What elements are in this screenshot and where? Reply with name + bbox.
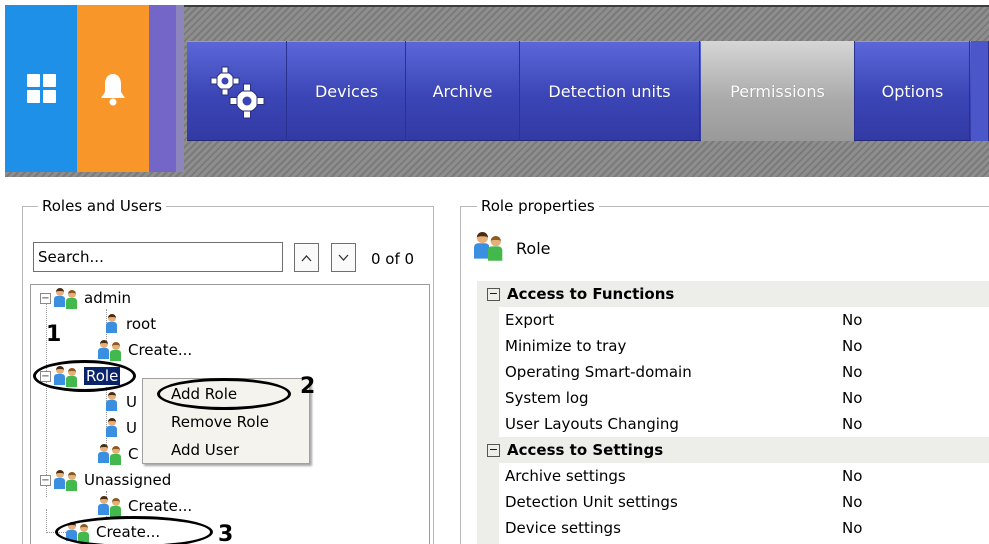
- property-row[interactable]: Export No: [477, 307, 989, 333]
- tree-node-user-b[interactable]: U: [104, 416, 137, 440]
- property-value[interactable]: No: [842, 337, 862, 355]
- collapse-icon[interactable]: −: [40, 474, 51, 486]
- notifications-tile[interactable]: [77, 5, 149, 172]
- property-row[interactable]: Minimize to tray No: [477, 333, 989, 359]
- chevron-up-icon: [301, 254, 312, 261]
- tab-archive-label: Archive: [432, 81, 493, 101]
- tree-label-create-3: Create...: [128, 497, 193, 515]
- windows-icon: [26, 74, 56, 103]
- tab-overflow[interactable]: [971, 41, 989, 141]
- collapse-icon[interactable]: −: [487, 443, 500, 457]
- chevron-down-icon: [338, 254, 349, 261]
- property-name: System log: [505, 389, 589, 407]
- property-value[interactable]: No: [842, 493, 862, 511]
- tree-node-create-user-3[interactable]: Create...: [98, 494, 192, 518]
- user-icon: [104, 392, 122, 412]
- settings-button[interactable]: [187, 41, 287, 141]
- role-properties-title: Role properties: [477, 197, 599, 215]
- property-value[interactable]: No: [842, 311, 862, 329]
- tree-label-create: Create...: [128, 341, 193, 359]
- role-icon: [54, 288, 80, 309]
- tab-permissions-label: Permissions: [730, 81, 825, 101]
- tree-label-unassigned: Unassigned: [84, 471, 172, 489]
- menu-item-add-user[interactable]: Add User: [171, 441, 239, 459]
- property-name: Device settings: [505, 519, 621, 537]
- property-row[interactable]: User Layouts Changing No: [477, 411, 989, 437]
- tree-node-create-user-2[interactable]: C: [98, 442, 138, 466]
- collapse-icon[interactable]: −: [40, 292, 51, 304]
- role-icon: [54, 470, 80, 491]
- tree-node-unassigned[interactable]: − Unassigned: [40, 468, 171, 492]
- tab-options[interactable]: Options: [856, 41, 970, 141]
- user-icon: [104, 418, 122, 438]
- role-header-label: Role: [516, 238, 551, 258]
- collapse-icon[interactable]: −: [487, 287, 500, 301]
- property-name: Export: [505, 311, 555, 329]
- search-next-button[interactable]: [331, 243, 356, 272]
- property-value[interactable]: No: [842, 389, 862, 407]
- property-value[interactable]: No: [842, 519, 862, 537]
- gears-icon: [210, 66, 264, 119]
- property-row[interactable]: Operating Smart-domain No: [477, 359, 989, 385]
- property-row[interactable]: Archive settings No: [477, 463, 989, 489]
- tree-node-create-user[interactable]: Create...: [98, 338, 192, 362]
- property-name: Detection Unit settings: [505, 493, 678, 511]
- roles-users-title: Roles and Users: [38, 197, 166, 215]
- role-icon: [98, 444, 124, 465]
- category-access-functions[interactable]: − Access to Functions: [477, 281, 989, 307]
- annotation-ellipse-3: [55, 516, 213, 544]
- side-strip-2: [176, 5, 184, 172]
- tab-permissions[interactable]: Permissions: [701, 41, 855, 141]
- property-value[interactable]: No: [842, 363, 862, 381]
- tree-label-root: root: [126, 315, 157, 333]
- tree-label-admin: admin: [84, 289, 131, 307]
- tab-devices[interactable]: Devices: [288, 41, 406, 141]
- annotation-number-3: 3: [218, 522, 234, 544]
- property-value[interactable]: No: [842, 467, 862, 485]
- property-row[interactable]: Detection Unit settings No: [477, 489, 989, 515]
- bell-icon: [101, 73, 125, 105]
- role-header: Role: [474, 232, 550, 264]
- property-row[interactable]: Device settings No: [477, 515, 989, 541]
- tree-node-root[interactable]: root: [104, 312, 156, 336]
- search-result-count: 0 of 0: [371, 250, 415, 268]
- tree-node-user-a[interactable]: U: [104, 390, 137, 414]
- annotation-number-1: 1: [46, 322, 62, 347]
- tree-label-user-a: U: [126, 393, 137, 411]
- role-icon: [98, 496, 124, 517]
- annotation-ellipse-1: [33, 360, 136, 392]
- search-input[interactable]: [33, 242, 283, 272]
- tab-devices-label: Devices: [314, 81, 379, 101]
- tree-label-create-2: C: [128, 445, 139, 463]
- property-name: Operating Smart-domain: [505, 363, 692, 381]
- category-access-settings[interactable]: − Access to Settings: [477, 437, 989, 463]
- annotation-ellipse-2: [157, 378, 291, 410]
- menu-item-remove-role[interactable]: Remove Role: [171, 413, 269, 431]
- tree-label-user-b: U: [126, 419, 137, 437]
- property-row[interactable]: System log No: [477, 385, 989, 411]
- property-name: User Layouts Changing: [505, 415, 679, 433]
- property-name: Minimize to tray: [505, 337, 627, 355]
- tab-detection-units[interactable]: Detection units: [520, 41, 700, 141]
- role-icon: [474, 232, 506, 264]
- tab-detection-units-label: Detection units: [548, 81, 671, 101]
- windows-tile[interactable]: [5, 5, 77, 172]
- property-value[interactable]: No: [842, 415, 862, 433]
- tab-archive[interactable]: Archive: [406, 41, 520, 141]
- role-icon: [98, 340, 124, 361]
- category-label: Access to Settings: [507, 441, 664, 459]
- side-strip: [149, 5, 176, 172]
- tab-options-label: Options: [881, 81, 944, 101]
- category-label: Access to Functions: [507, 285, 675, 303]
- tree-node-admin[interactable]: − admin: [40, 286, 131, 310]
- user-icon: [104, 314, 122, 334]
- property-name: Archive settings: [505, 467, 626, 485]
- annotation-number-2: 2: [300, 374, 316, 399]
- search-prev-button[interactable]: [294, 243, 319, 272]
